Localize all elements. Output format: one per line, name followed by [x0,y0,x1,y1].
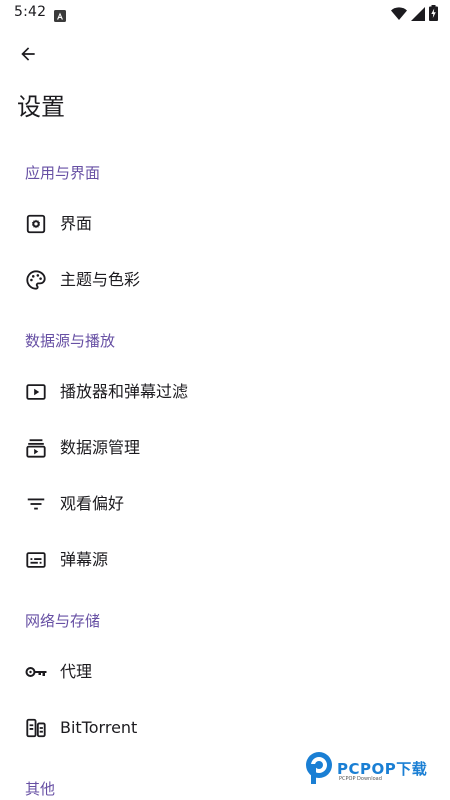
wifi-icon [391,6,407,25]
settings-item-label: 数据源管理 [60,438,141,457]
settings-item-label: 界面 [60,214,93,233]
settings-item-theme-colors[interactable]: 主题与色彩 [0,254,450,306]
section-header-data-playback: 数据源与播放 [25,332,116,350]
settings-item-data-source-management[interactable]: 数据源管理 [0,422,450,474]
settings-item-viewing-preferences[interactable]: 观看偏好 [0,478,450,530]
subtitles-icon [24,548,48,572]
pcpop-logo-icon [303,750,335,786]
status-bar: 5:42 [0,0,450,26]
page-title: 设置 [17,93,65,121]
watermark-logo: PCPOP下载 PCPOP Download [303,750,443,790]
status-time: 5:42 [14,4,47,20]
settings-item-danmaku-source[interactable]: 弹幕源 [0,534,450,586]
settings-item-label: 观看偏好 [60,494,125,513]
settings-item-label: 代理 [60,662,93,681]
vpn-key-icon [24,660,48,684]
settings-box-icon [24,212,48,236]
a-notification-icon [54,7,66,22]
battery-charging-icon [429,5,438,25]
section-header-network-storage: 网络与存储 [25,612,101,630]
settings-item-proxy[interactable]: 代理 [0,646,450,698]
settings-item-label: 主题与色彩 [60,270,141,289]
settings-item-bittorrent[interactable]: BitTorrent [0,702,450,754]
settings-item-label: 弹幕源 [60,550,109,569]
settings-item-label: 播放器和弹幕过滤 [60,382,189,401]
play-box-icon [24,380,48,404]
torrent-devices-icon [24,716,48,740]
back-button[interactable] [12,40,44,72]
section-header-other: 其他 [25,780,56,798]
filter-list-icon [24,492,48,516]
status-icons [391,5,438,25]
settings-item-label: BitTorrent [60,718,138,737]
section-header-app-interface: 应用与界面 [25,164,101,182]
watermark-subtext: PCPOP Download [339,776,382,782]
cellular-signal-icon [411,6,425,25]
subscriptions-icon [24,436,48,460]
palette-icon [24,268,48,292]
arrow-back-icon [18,44,38,68]
settings-item-interface[interactable]: 界面 [0,198,450,250]
settings-item-player-danmaku-filter[interactable]: 播放器和弹幕过滤 [0,366,450,418]
